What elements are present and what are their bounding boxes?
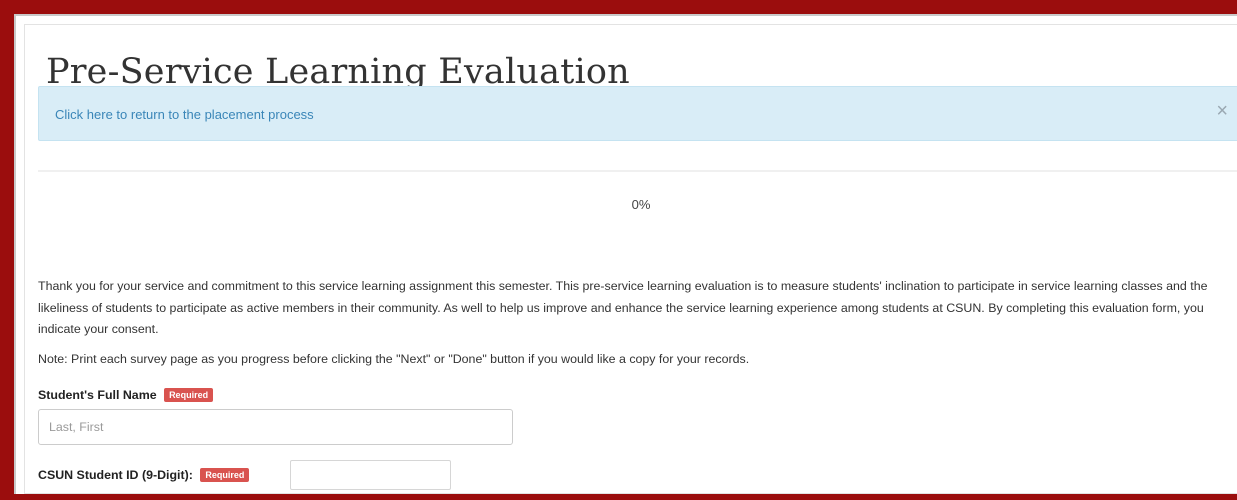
close-icon[interactable]: × bbox=[1216, 101, 1228, 121]
return-to-placement-link[interactable]: Click here to return to the placement pr… bbox=[55, 107, 314, 122]
progress-label: 0% bbox=[631, 197, 651, 212]
print-note: Note: Print each survey page as you prog… bbox=[38, 352, 750, 366]
intro-text: Thank you for your service and commitmen… bbox=[38, 279, 1208, 336]
full-name-input[interactable] bbox=[38, 409, 513, 445]
info-alert: Click here to return to the placement pr… bbox=[38, 86, 1237, 141]
progress-bar bbox=[38, 170, 1237, 172]
form-panel: Pre-Service Learning Evaluation Click he… bbox=[14, 14, 1237, 494]
student-id-input[interactable] bbox=[290, 460, 451, 490]
required-badge: Required bbox=[200, 468, 250, 482]
full-name-label: Student's Full Name Required bbox=[38, 388, 214, 402]
required-badge: Required bbox=[164, 388, 214, 402]
full-name-label-text: Student's Full Name bbox=[38, 388, 157, 402]
student-id-label-text: CSUN Student ID (9-Digit): bbox=[38, 468, 193, 482]
student-id-label: CSUN Student ID (9-Digit): Required bbox=[38, 468, 250, 482]
